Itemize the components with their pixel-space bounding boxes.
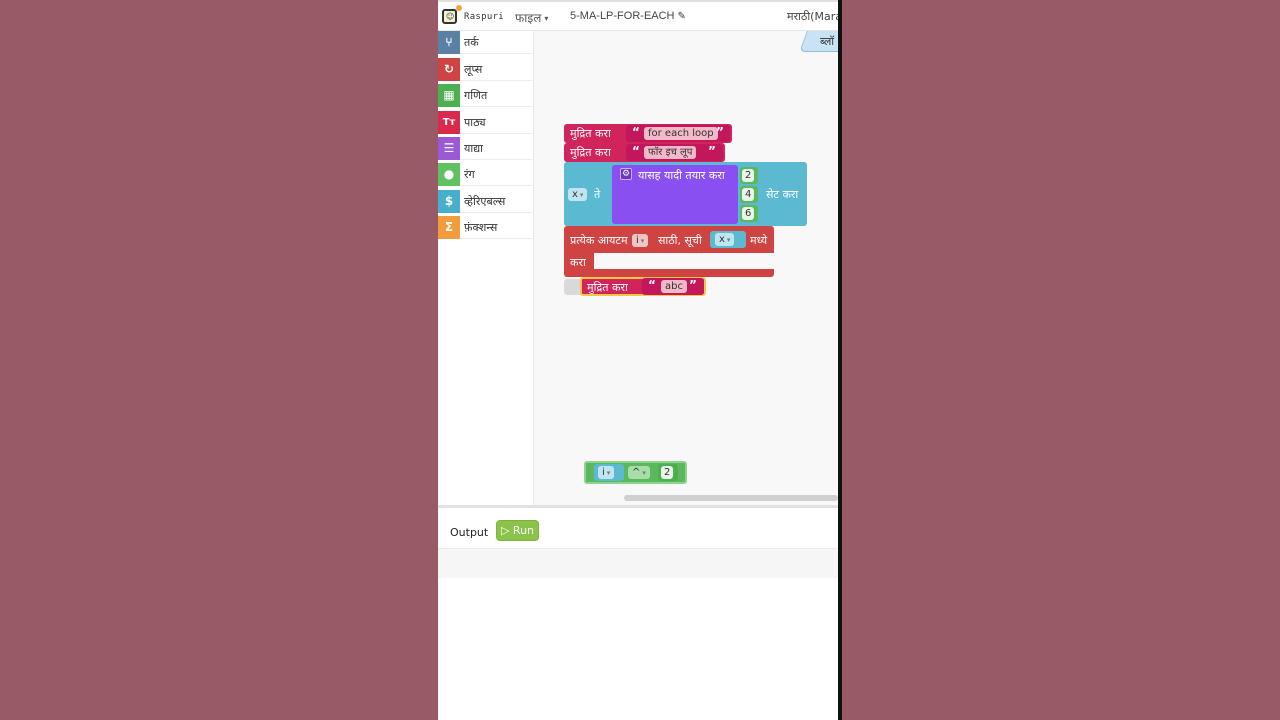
category-label: रंग (464, 168, 475, 181)
project-name-label: 5-MA-LP-FOR-EACH (570, 10, 675, 22)
output-label: Output (450, 526, 489, 539)
for-each-label: प्रत्येक आयटम (570, 234, 628, 247)
logo[interactable]: ☺ (442, 9, 457, 24)
sigma-icon: Σ (438, 216, 460, 239)
category-label: गणित (464, 89, 488, 102)
print-label: मुद्रित करा (570, 146, 611, 159)
category-logic[interactable]: ⑂ तर्क (438, 31, 532, 54)
device-edge (838, 0, 842, 720)
operator-dropdown[interactable]: ^ ▾ (628, 466, 650, 479)
for-each-block-bottom (564, 269, 774, 277)
chevron-down-icon: ▾ (642, 469, 646, 477)
category-label: फ़ंक्शन्स (464, 221, 498, 234)
project-name[interactable]: 5-MA-LP-FOR-EACH ✎ (570, 10, 686, 22)
open-quote-icon: “ (632, 144, 640, 158)
loop-variable-dropdown[interactable]: i ▾ (632, 234, 649, 247)
chevron-down-icon: ▾ (640, 237, 645, 245)
number-value[interactable]: 6 (742, 207, 755, 220)
list-variable-name: x (719, 234, 725, 245)
list-icon: ☰ (438, 137, 460, 160)
category-label: याद्या (464, 142, 484, 155)
category-label: लूप्स (464, 63, 483, 76)
chevron-down-icon: ▾ (726, 236, 731, 244)
text-value[interactable]: abc (661, 280, 687, 293)
variable-name: i (602, 467, 605, 478)
workspace-scrollbar[interactable] (624, 495, 838, 501)
category-lists[interactable]: ☰ याद्या (438, 137, 532, 160)
trash-tab-label: ब्लॉ (820, 35, 835, 48)
do-label: करा (570, 256, 586, 269)
loop-variable-name: i (636, 235, 639, 246)
in-label: मध्ये (750, 234, 768, 247)
open-quote-icon: “ (632, 125, 640, 139)
output-panel: Output ▷ Run (438, 505, 838, 720)
variable-dropdown[interactable]: i ▾ (598, 466, 615, 479)
gear-icon[interactable]: ⚙ (620, 168, 632, 180)
close-quote-icon: ” (689, 278, 697, 292)
language-menu[interactable]: मराठी(Mara (787, 9, 838, 24)
category-loops[interactable]: ↻ लूप्स (438, 58, 532, 81)
open-quote-icon: “ (648, 278, 656, 292)
text-value[interactable]: फॉर इच लूप (644, 146, 697, 159)
loop-icon: ↻ (438, 58, 460, 81)
category-label: व्हेरिएबल्स (464, 195, 506, 208)
set-action-label: सेट करा (766, 188, 799, 201)
text-icon: Tт (438, 111, 460, 134)
file-menu[interactable]: फाइल ▾ (515, 9, 548, 26)
number-value[interactable]: 4 (742, 188, 755, 201)
text-value[interactable]: for each loop (644, 127, 718, 140)
logo-face-icon: ☺ (446, 12, 455, 21)
category-label: तर्क (464, 36, 479, 49)
number-value[interactable]: 2 (661, 466, 674, 479)
category-variables[interactable]: $ व्हेरिएबल्स (438, 190, 532, 213)
output-console (438, 549, 838, 578)
for-list-label: साठी, सूची (658, 234, 702, 247)
file-menu-label: फाइल (515, 11, 542, 25)
top-bar: ☺ Raspuri फाइल ▾ 5-MA-LP-FOR-EACH ✎ मराठी(… (438, 0, 838, 31)
app-window: ☺ Raspuri फाइल ▾ 5-MA-LP-FOR-EACH ✎ मराठी(… (438, 0, 838, 720)
logic-icon: ⑂ (438, 31, 460, 54)
category-functions[interactable]: Σ फ़ंक्शन्स (438, 216, 532, 239)
category-label: पाठ्य (464, 116, 486, 129)
logo-dot-icon (456, 5, 462, 11)
variable-name: x (572, 189, 578, 200)
variable-dropdown[interactable]: x ▾ (568, 188, 588, 201)
operator-symbol: ^ (632, 467, 641, 478)
math-icon: ▦ (438, 84, 460, 107)
set-to-label: ते (594, 188, 601, 201)
pencil-icon[interactable]: ✎ (678, 11, 686, 22)
print-label: मुद्रित करा (587, 281, 628, 294)
print-label: मुद्रित करा (570, 127, 611, 140)
create-list-label: यासह यादी तयार करा (638, 169, 725, 182)
close-quote-icon: ” (716, 125, 724, 139)
number-value[interactable]: 2 (742, 169, 755, 182)
list-variable-dropdown[interactable]: x ▾ (715, 233, 735, 246)
category-colour[interactable]: ● रंग (438, 163, 532, 186)
run-button[interactable]: ▷ Run (496, 520, 539, 541)
logo-text: Raspuri (464, 12, 505, 22)
dollar-icon: $ (438, 190, 460, 213)
chevron-down-icon: ▾ (579, 191, 584, 199)
close-quote-icon: ” (708, 144, 716, 158)
toolbox: ⑂ तर्क ↻ लूप्स ▦ गणित Tт पाठ्य ☰ याद्या … (438, 31, 534, 505)
category-math[interactable]: ▦ गणित (438, 84, 532, 107)
chevron-down-icon: ▾ (544, 14, 549, 23)
chevron-down-icon: ▾ (606, 469, 611, 477)
block-workspace[interactable]: ब्लॉ मुद्रित करा “ for each loop ” मुद्र… (534, 31, 838, 505)
category-text[interactable]: Tт पाठ्य (438, 111, 532, 134)
palette-icon: ● (438, 163, 460, 186)
